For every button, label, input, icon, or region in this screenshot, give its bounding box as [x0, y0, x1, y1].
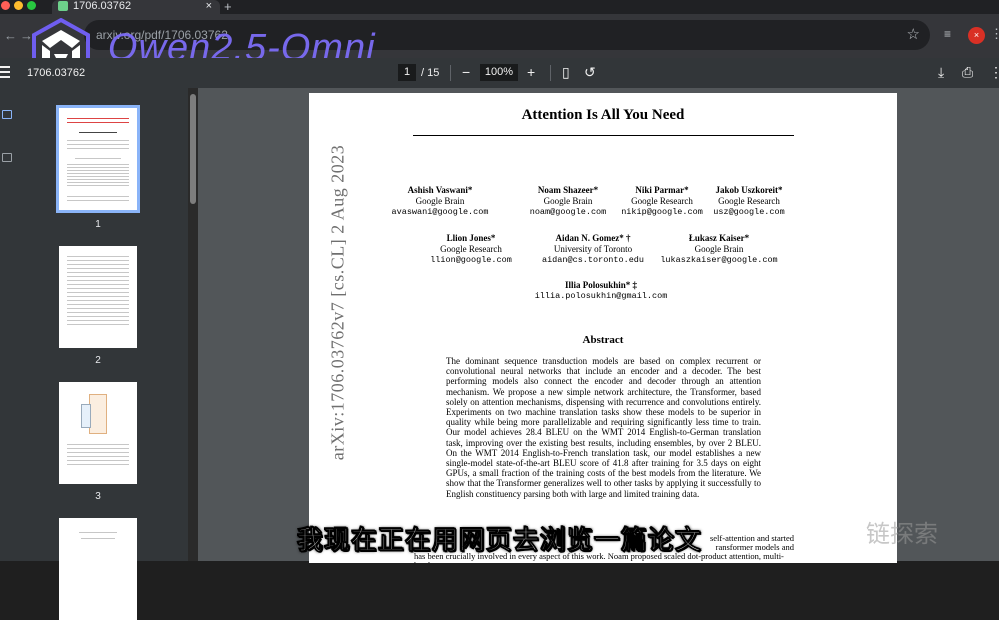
new-tab-button[interactable]: + [224, 0, 232, 14]
thumbnail-number: 2 [95, 355, 101, 366]
thumbnail-view-icon[interactable] [2, 110, 12, 119]
author-block: Łukasz Kaiser* Google Brain lukaszkaiser@g… [660, 233, 778, 265]
minimize-window-button[interactable] [14, 1, 23, 10]
sidebar-rail [0, 88, 16, 561]
pdf-toolbar: 1706.03762 1 / 15 − 100% + ▯ ↺ ⤓ ⎙ ⋮ [0, 58, 999, 88]
tab-title: 1706.03762 [73, 0, 132, 12]
browser-menu-icon[interactable]: ⋮ [990, 26, 999, 42]
paper-title: Attention Is All You Need [521, 107, 685, 123]
thumbnail-page-1[interactable] [56, 105, 140, 213]
browser-tab[interactable]: 1706.03762 × [52, 0, 220, 14]
rotate-icon[interactable]: ↺ [584, 64, 596, 81]
pdf-viewer[interactable]: Attention Is All You Need arXiv:1706.037… [198, 88, 999, 563]
fit-page-icon[interactable]: ▯ [562, 64, 570, 81]
zoom-in-button[interactable]: + [527, 64, 535, 80]
thumbnail-number: 1 [95, 219, 101, 230]
scrollbar-thumb[interactable] [190, 94, 196, 204]
watermark: 链探索 [866, 520, 938, 548]
zoom-out-button[interactable]: − [462, 64, 470, 80]
thumbnail-panel: 1 2 3 [16, 88, 188, 620]
profile-avatar[interactable]: × [968, 27, 985, 44]
video-subtitle: 我现在正在用网页去浏览一篇论文 [296, 526, 702, 557]
pdf-favicon-icon [58, 1, 68, 11]
outline-view-icon[interactable] [2, 153, 12, 162]
reading-list-icon[interactable]: ≡ [944, 27, 951, 41]
zoom-level-input[interactable]: 100% [480, 64, 518, 81]
tab-close-icon[interactable]: × [206, 0, 212, 12]
arxiv-stamp: arXiv:1706.03762v7 [cs.CL] 2 Aug 2023 [327, 144, 348, 461]
pdf-page: Attention Is All You Need arXiv:1706.037… [309, 93, 897, 563]
thumbnail-page-2[interactable] [59, 246, 137, 348]
print-icon[interactable]: ⎙ [962, 64, 973, 81]
abstract-text: The dominant sequence transduction model… [446, 356, 761, 499]
page-number-input[interactable]: 1 [398, 64, 416, 81]
thumbnail-page-3[interactable] [59, 382, 137, 484]
toolbar-divider [550, 65, 551, 81]
abstract-heading: Abstract [582, 334, 624, 346]
download-icon[interactable]: ⤓ [938, 64, 944, 81]
close-window-button[interactable] [1, 1, 10, 10]
thumbnail-number: 3 [95, 491, 101, 502]
more-actions-icon[interactable]: ⋮ [989, 64, 999, 81]
tab-strip: 1706.03762 × + [0, 0, 999, 14]
title-rule [413, 135, 794, 136]
document-title: 1706.03762 [27, 67, 86, 79]
author-block: Jakob Uszkoreit* Google Research usz@googl… [713, 185, 785, 217]
author-block: Illia Polosukhin* ‡ illia.polosukhin@gmai… [534, 280, 668, 301]
maximize-window-button[interactable] [27, 1, 36, 10]
back-icon[interactable]: ← [4, 28, 17, 43]
bookmark-star-icon[interactable]: ☆ [907, 25, 920, 43]
toolbar-divider [450, 65, 451, 81]
page-total: / 15 [421, 67, 440, 79]
menu-icon[interactable] [0, 66, 10, 81]
